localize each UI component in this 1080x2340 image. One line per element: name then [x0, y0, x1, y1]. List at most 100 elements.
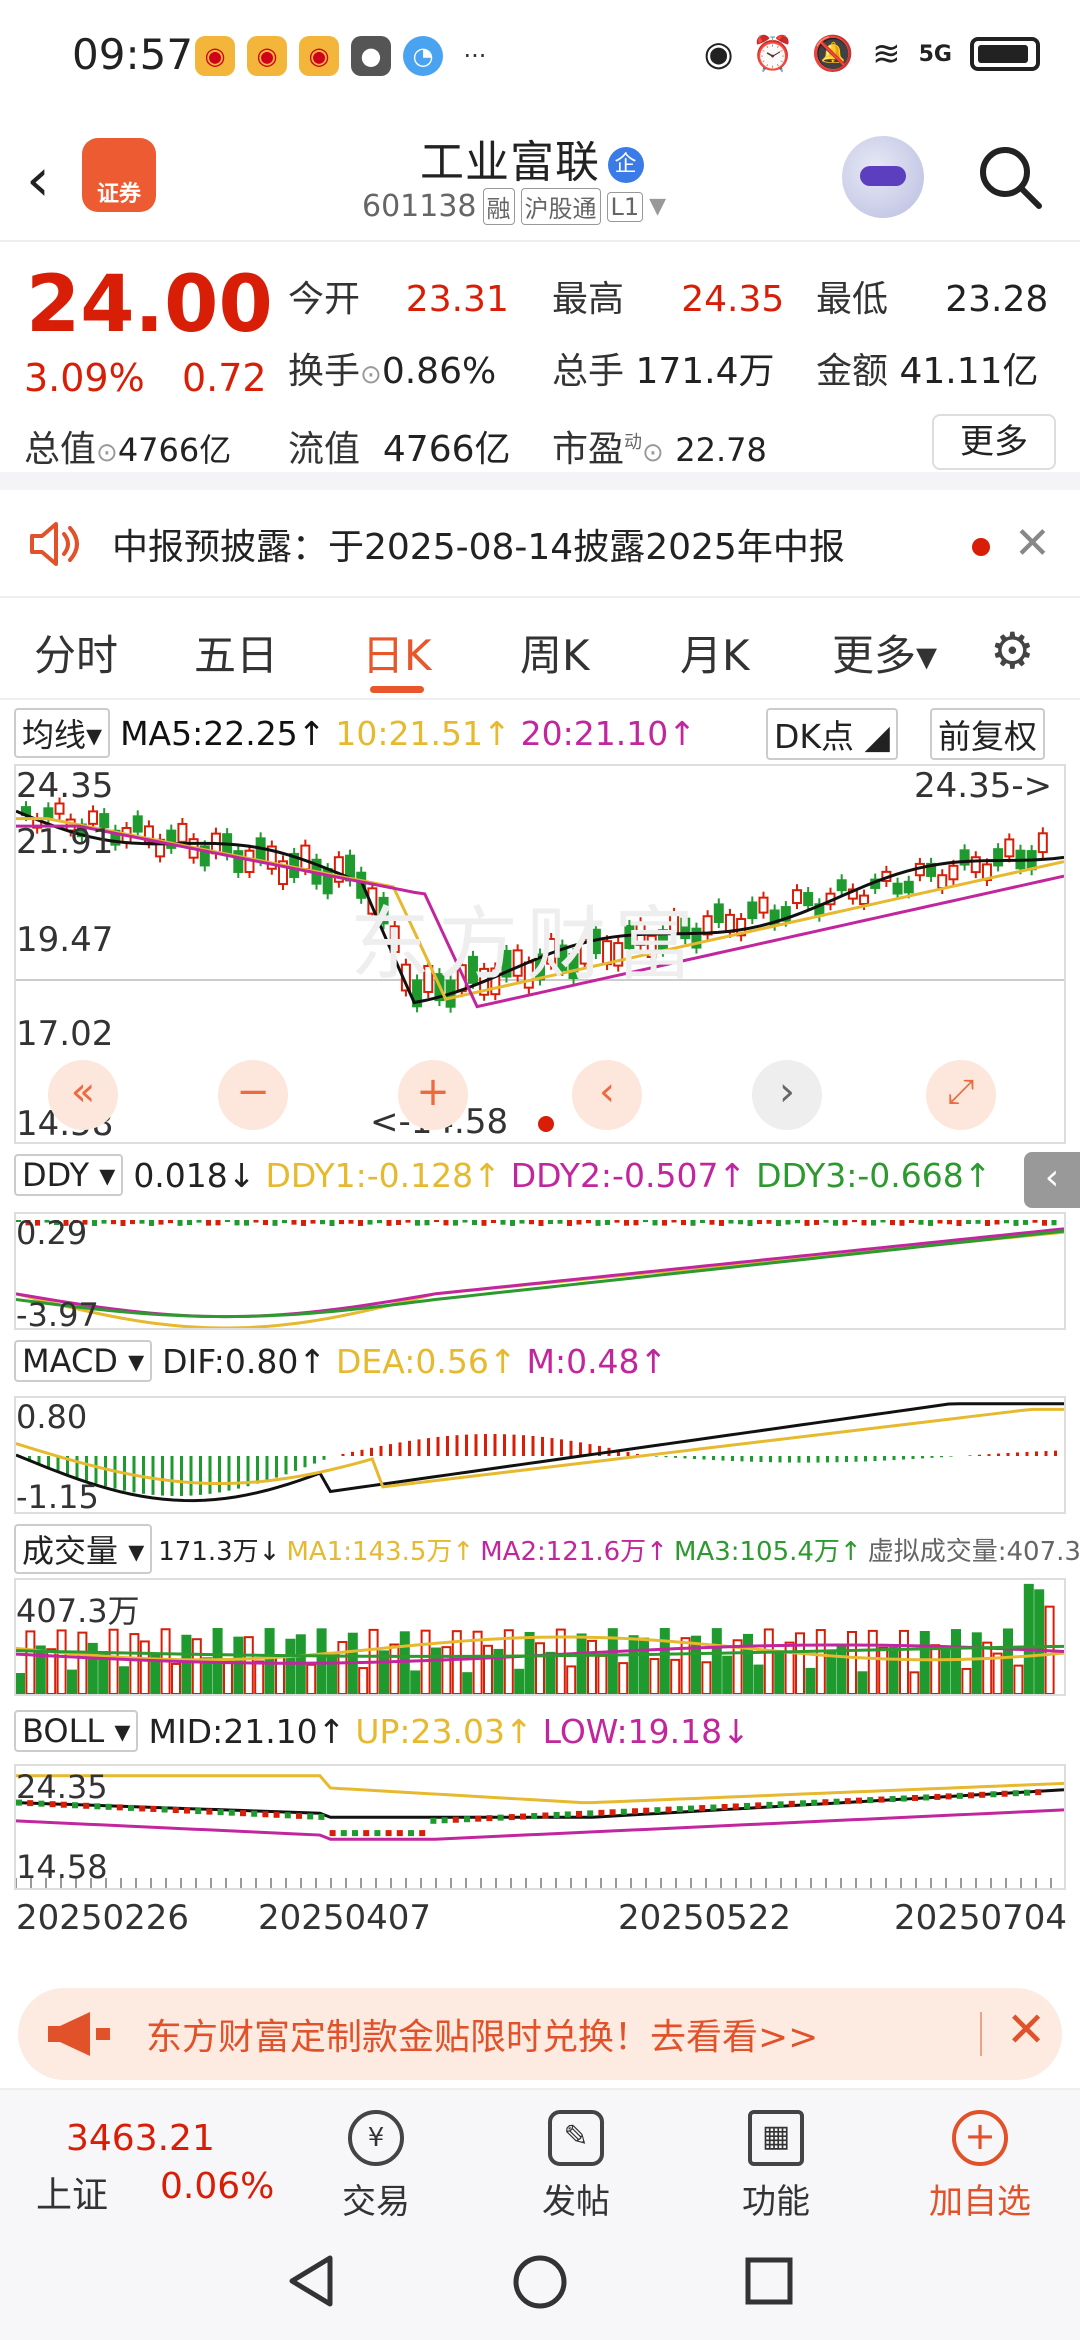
ma5-value: MA5:22.25↑ — [120, 713, 326, 753]
collapse-panel-icon[interactable]: ‹ — [1024, 1152, 1080, 1208]
scroll-right-icon[interactable]: › — [752, 1060, 822, 1130]
more-button[interactable]: 更多 — [932, 414, 1056, 470]
stock-name: 工业富联 — [420, 137, 600, 188]
index-value[interactable]: 3463.21 — [66, 2118, 215, 2159]
ddy-bar — [937, 1220, 943, 1224]
volume-bar — [576, 1633, 587, 1695]
function-button[interactable]: ▦ 功能 — [726, 2110, 826, 2223]
settings-icon[interactable]: ⚙ — [990, 622, 1035, 680]
volume-bar — [951, 1629, 961, 1695]
candle — [803, 892, 814, 907]
status-bar: 09:57 ◉ ◉ ◉ ● ◔ ··· ◉ ⏰ 🔕 ≋ 5G — [0, 0, 1080, 120]
boll-candle — [654, 1807, 661, 1814]
amount-field: 金额 41.11亿 — [816, 351, 1039, 392]
boll-candle — [464, 1816, 470, 1823]
add-watchlist-button[interactable]: + 加自选 — [920, 2110, 1040, 2223]
change-percent: 3.09% — [24, 356, 145, 400]
volume-bar — [815, 1629, 826, 1695]
volume-bar — [899, 1629, 909, 1695]
volume-bar — [930, 1644, 941, 1695]
index-name[interactable]: 上证 — [36, 2166, 108, 2218]
ddy-bar — [111, 1220, 116, 1225]
boll-candle — [128, 1804, 134, 1811]
ddy-bar — [576, 1220, 582, 1225]
volume-bar — [524, 1631, 535, 1695]
ddy-bar — [139, 1220, 145, 1224]
ddy-bar — [814, 1220, 819, 1225]
ddy-selector[interactable]: DDY ▾ — [14, 1154, 124, 1196]
volume-bar — [566, 1665, 577, 1696]
stock-header: ‹ 证券 工业富联企 601138 融 沪股通 L1 ▼ — [0, 120, 1080, 242]
volume-field: 总手 171.4万 — [552, 351, 775, 392]
search-icon[interactable] — [975, 142, 1045, 212]
boll-candle — [217, 1809, 224, 1816]
notice-bar[interactable]: 中报预披露：于2025-08-14披露2025年中报 ✕ — [0, 490, 1080, 598]
float-field: 流值 4766亿 — [288, 429, 511, 470]
boll-candle — [441, 1817, 448, 1824]
ddy-bar — [709, 1220, 715, 1225]
zoom-out-icon[interactable]: − — [218, 1060, 288, 1130]
scroll-left-fast-icon[interactable]: « — [48, 1060, 118, 1130]
dk-point-selector[interactable]: DK点 ◢ — [766, 708, 898, 760]
tab-five-day[interactable]: 五日 — [194, 622, 278, 683]
dropdown-icon[interactable]: ▼ — [649, 194, 666, 219]
tab-intraday[interactable]: 分时 — [34, 622, 118, 683]
tab-daily-k[interactable]: 日K — [362, 622, 432, 693]
back-icon[interactable]: ‹ — [26, 145, 50, 215]
macd-panel[interactable] — [14, 1396, 1066, 1514]
trade-button[interactable]: ¥ 交易 — [326, 2110, 426, 2223]
event-dot[interactable] — [538, 1116, 554, 1132]
ddy-bar — [947, 1220, 952, 1225]
fullscreen-icon[interactable]: ⤢ — [926, 1060, 996, 1130]
nav-back-icon[interactable] — [286, 2254, 336, 2308]
ddy-bar — [728, 1220, 734, 1224]
index-percent[interactable]: 0.06% — [160, 2166, 274, 2207]
ma-selector[interactable]: 均线▾ — [14, 708, 111, 758]
securities-logo[interactable]: 证券 — [82, 138, 156, 212]
volume-bar — [1013, 1664, 1024, 1695]
boll-candle — [273, 1811, 280, 1818]
macd-selector[interactable]: MACD ▾ — [14, 1340, 153, 1382]
ddy-bar — [586, 1220, 591, 1224]
ddy-bar — [918, 1220, 924, 1225]
ddy-bar — [158, 1220, 164, 1225]
close-icon[interactable]: ✕ — [1006, 2002, 1046, 2058]
boll-candle — [531, 1813, 538, 1820]
boll-candle — [721, 1804, 728, 1811]
volume-bar — [410, 1670, 421, 1695]
quote-panel: 24.00 3.09% 0.72 今开 23.31 最高 24.35 最低 23… — [0, 244, 1080, 490]
boll-panel[interactable] — [14, 1764, 1066, 1890]
volume-selector[interactable]: 成交量 ▾ — [14, 1524, 153, 1574]
boll-candle — [139, 1805, 146, 1812]
macd-y-top: 0.80 — [16, 1398, 88, 1436]
tab-more[interactable]: 更多▾ — [832, 622, 937, 683]
scroll-left-icon[interactable]: ‹ — [572, 1060, 642, 1130]
boll-candle — [486, 1815, 493, 1822]
ddy-bar — [548, 1220, 553, 1225]
chart-tabs: 分时 五日 日K 周K 月K 更多▾ ⚙ — [0, 600, 1080, 700]
boll-selector[interactable]: BOLL ▾ — [14, 1710, 139, 1752]
zoom-in-icon[interactable]: + — [398, 1060, 468, 1130]
ddy-bar — [462, 1220, 468, 1223]
assistant-avatar[interactable] — [842, 136, 924, 218]
boll-candle — [968, 1792, 974, 1799]
nav-home-icon[interactable] — [512, 2254, 568, 2310]
ddy-bar — [453, 1220, 458, 1226]
boll-candle — [676, 1806, 683, 1813]
volume-panel[interactable] — [14, 1578, 1066, 1696]
volume-bar — [774, 1652, 785, 1696]
ddy-y-bottom: -3.97 — [16, 1296, 99, 1334]
post-button[interactable]: ✎ 发帖 — [526, 2110, 626, 2223]
ddy-panel[interactable] — [14, 1212, 1066, 1330]
tab-monthly-k[interactable]: 月K — [680, 622, 750, 683]
high-annotation: 24.35-> — [914, 766, 1053, 806]
tab-weekly-k[interactable]: 周K — [520, 622, 590, 683]
ddy-bar — [367, 1220, 373, 1225]
nav-recents-icon[interactable] — [744, 2256, 794, 2306]
edit-icon: ✎ — [548, 2110, 604, 2166]
vol-ma3-value: MA3:105.4万↑ — [673, 1536, 862, 1567]
adjust-selector[interactable]: 前复权 — [930, 708, 1045, 760]
close-icon[interactable]: ✕ — [1014, 518, 1051, 569]
ddy-bar — [899, 1220, 905, 1226]
promo-banner[interactable]: 东方财富定制款金贴限时兑换！去看看>> ✕ — [18, 1988, 1062, 2080]
